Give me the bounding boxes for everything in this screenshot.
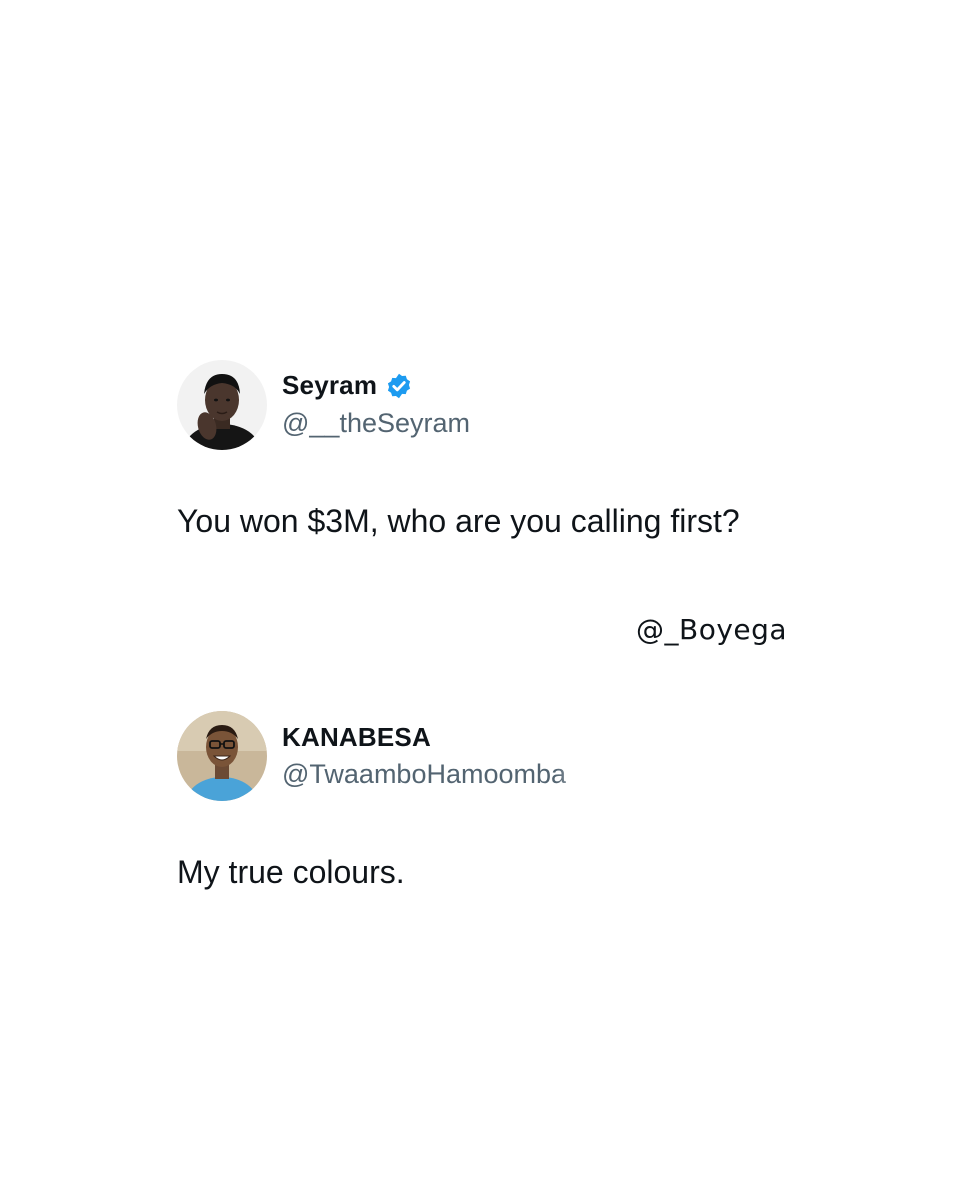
name-row: KANABESA xyxy=(282,722,431,753)
verified-badge-icon xyxy=(388,373,411,398)
display-name[interactable]: KANABESA xyxy=(282,722,431,753)
tweet-text: You won $3M, who are you calling first? xyxy=(177,503,740,539)
name-row: Seyram xyxy=(282,370,413,401)
credit-handle: @_Boyega xyxy=(636,613,788,646)
handle[interactable]: @TwaamboHamoomba xyxy=(282,759,597,790)
tweet-text: My true colours. xyxy=(177,854,405,890)
display-name[interactable]: Seyram xyxy=(282,370,377,401)
handle[interactable]: @__theSeyram xyxy=(282,408,470,439)
handle-fade xyxy=(557,759,597,790)
avatar[interactable] xyxy=(177,711,267,801)
handle-text: @TwaamboHamoomba xyxy=(282,759,567,789)
person-avatar-icon xyxy=(177,360,267,450)
person-avatar-icon xyxy=(177,711,267,801)
avatar[interactable] xyxy=(177,360,267,450)
